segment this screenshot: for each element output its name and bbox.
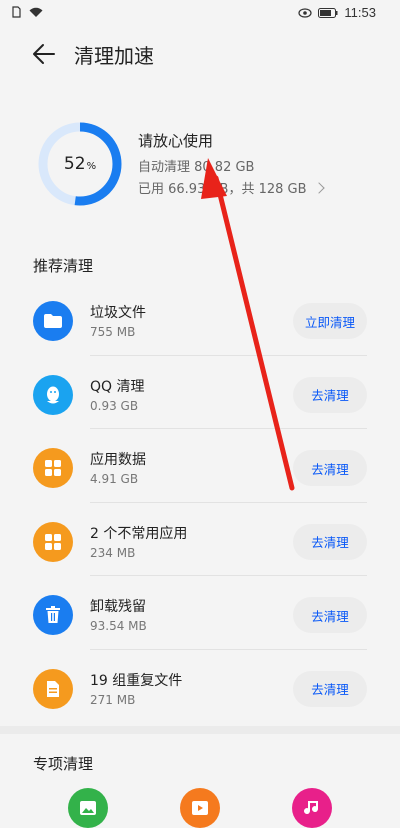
storage-percent: 52% bbox=[36, 120, 124, 208]
special-icons-row bbox=[0, 788, 400, 828]
list-item[interactable]: 2 个不常用应用 234 MB 去清理 bbox=[0, 503, 400, 576]
percent-value: 52 bbox=[63, 154, 86, 174]
storage-used-text[interactable]: 已用 66.93 GB，共 128 GB bbox=[138, 178, 325, 197]
item-name: 2 个不常用应用 bbox=[90, 525, 188, 542]
clean-now-button[interactable]: 立即清理 bbox=[293, 303, 367, 339]
go-clean-button[interactable]: 去清理 bbox=[293, 597, 367, 633]
status-left bbox=[12, 6, 43, 18]
item-size: 234 MB bbox=[90, 545, 136, 560]
go-clean-button[interactable]: 去清理 bbox=[293, 450, 367, 486]
list-item[interactable]: QQ 清理 0.93 GB 去清理 bbox=[0, 356, 400, 429]
status-bar: 11:53 bbox=[0, 0, 400, 26]
item-size: 93.54 MB bbox=[90, 619, 147, 633]
auto-clean-text: 自动清理 80.82 GB bbox=[138, 160, 255, 175]
wifi-icon bbox=[29, 7, 43, 17]
percent-unit: % bbox=[86, 160, 97, 172]
go-clean-button[interactable]: 去清理 bbox=[293, 376, 367, 413]
item-size: 0.93 GB bbox=[90, 398, 139, 413]
list-item[interactable]: 卸载残留 93.54 MB 去清理 bbox=[0, 576, 400, 650]
storage-summary[interactable]: 52% 请放心使用 自动清理 80.82 GB 已用 66.93 GB，共 12… bbox=[0, 100, 400, 220]
video-icon[interactable] bbox=[180, 788, 220, 828]
item-name: 19 组重复文件 bbox=[90, 672, 183, 689]
app-data-icon bbox=[33, 448, 73, 488]
trash-icon bbox=[33, 595, 73, 635]
sim-icon bbox=[12, 6, 21, 18]
storage-used-value: 已用 66.93 GB，共 128 GB bbox=[138, 182, 307, 197]
item-size: 4.91 GB bbox=[90, 472, 139, 486]
chevron-right-icon bbox=[312, 181, 325, 194]
image-icon[interactable] bbox=[68, 788, 108, 828]
go-clean-button[interactable]: 去清理 bbox=[293, 523, 367, 560]
recommended-section-title: 推荐清理 bbox=[33, 257, 94, 275]
battery-icon bbox=[318, 7, 338, 18]
eye-comfort-icon bbox=[298, 7, 313, 18]
section-separator bbox=[0, 726, 400, 734]
status-right: 11:53 bbox=[298, 5, 376, 20]
item-size: 271 MB bbox=[90, 692, 136, 707]
qq-icon bbox=[33, 374, 73, 415]
special-section-title: 专项清理 bbox=[33, 755, 94, 773]
duplicate-file-icon bbox=[33, 668, 73, 709]
item-name: QQ 清理 bbox=[90, 378, 145, 395]
header: 清理加速 bbox=[0, 26, 400, 84]
music-icon[interactable] bbox=[292, 788, 332, 828]
recommended-list: 垃圾文件 755 MB 立即清理 QQ 清理 0.93 GB 去清理 应用数据 … bbox=[0, 282, 400, 723]
apps-grid-icon bbox=[33, 521, 73, 562]
item-name: 垃圾文件 bbox=[90, 305, 146, 321]
back-arrow-icon[interactable] bbox=[30, 40, 58, 68]
status-time: 11:53 bbox=[344, 5, 376, 20]
folder-icon bbox=[33, 301, 73, 341]
item-name: 应用数据 bbox=[90, 452, 146, 468]
list-item[interactable]: 垃圾文件 755 MB 立即清理 bbox=[0, 282, 400, 356]
list-item[interactable]: 19 组重复文件 271 MB 去清理 bbox=[0, 650, 400, 724]
item-size: 755 MB bbox=[90, 325, 136, 339]
go-clean-button[interactable]: 去清理 bbox=[293, 670, 367, 707]
list-item[interactable]: 应用数据 4.91 GB 去清理 bbox=[0, 429, 400, 503]
item-name: 卸载残留 bbox=[90, 599, 146, 615]
summary-title: 请放心使用 bbox=[138, 132, 214, 150]
page-title: 清理加速 bbox=[74, 44, 154, 68]
